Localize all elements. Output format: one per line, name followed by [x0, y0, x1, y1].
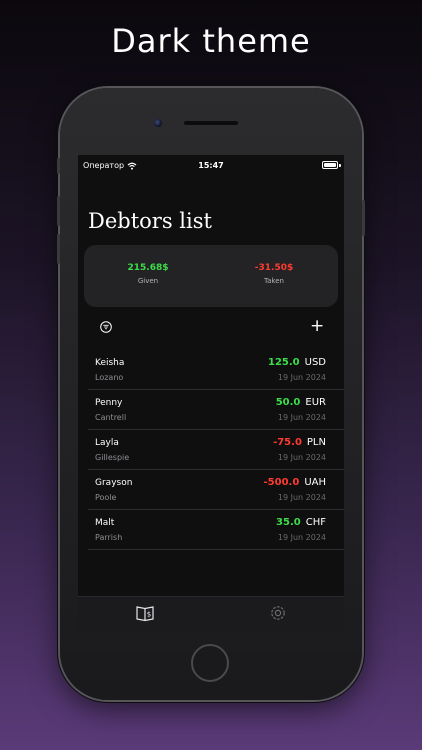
debtor-amount-line: -75.0 PLN — [273, 437, 326, 448]
page-title: Debtors list — [88, 209, 212, 233]
debtor-first-name: Malt — [95, 518, 115, 528]
debtor-last-name: Gillespie — [95, 453, 130, 462]
debtor-amount-line: 50.0 EUR — [276, 397, 326, 408]
debtor-row[interactable]: Keisha Lozano 125.0 USD 19 Jun 2024 — [88, 350, 344, 390]
debtor-last-name: Lozano — [95, 373, 124, 382]
debtor-row[interactable]: Penny Cantrell 50.0 EUR 19 Jun 2024 — [88, 390, 344, 430]
status-bar: Оператор 15:47 — [78, 155, 344, 177]
debtor-row[interactable]: Grayson Poole -500.0 UAH 19 Jun 2024 — [88, 470, 344, 510]
filter-icon[interactable] — [100, 321, 112, 333]
add-debtor-button[interactable]: + — [310, 318, 324, 335]
svg-text:$: $ — [147, 611, 151, 619]
debtor-row[interactable]: Malt Parrish 35.0 CHF 19 Jun 2024 — [88, 510, 344, 550]
given-summary: 215.68$ Given — [98, 263, 198, 285]
phone-frame: Оператор 15:47 Debtors list 215.68$ Give… — [57, 88, 365, 700]
debtor-currency: CHF — [305, 517, 326, 528]
tab-bar: $ — [78, 596, 344, 631]
taken-label: Taken — [264, 277, 284, 285]
debtor-date: 19 Jun 2024 — [277, 373, 326, 382]
debtor-date: 19 Jun 2024 — [277, 533, 326, 542]
debtor-amount: 35.0 — [276, 517, 301, 528]
debtor-last-name: Poole — [95, 493, 117, 502]
earpiece-speaker — [184, 121, 238, 125]
debtor-amount-line: 125.0 USD — [268, 357, 326, 368]
debtor-date: 19 Jun 2024 — [277, 493, 326, 502]
debtor-date: 19 Jun 2024 — [277, 413, 326, 422]
given-label: Given — [137, 277, 159, 285]
debtor-amount: 125.0 — [267, 357, 300, 368]
debtor-amount-line: -500.0 UAH — [264, 477, 326, 488]
status-time: 15:47 — [198, 161, 224, 170]
home-button[interactable] — [191, 644, 229, 682]
debtor-first-name: Penny — [95, 398, 123, 408]
debtor-amount: 50.0 — [275, 397, 301, 408]
debtor-currency: PLN — [306, 437, 326, 448]
debtor-currency: USD — [304, 357, 326, 368]
ledger-book-icon[interactable]: $ — [135, 603, 155, 623]
promo-headline: Dark theme — [111, 22, 311, 60]
app-screen: Оператор 15:47 Debtors list 215.68$ Give… — [78, 155, 344, 631]
battery-tip — [339, 164, 341, 167]
given-amount: 215.68$ — [127, 263, 169, 273]
front-camera — [154, 119, 162, 127]
debtor-amount: -500.0 — [263, 477, 300, 488]
debtor-last-name: Parrish — [95, 533, 123, 542]
debtor-amount: -75.0 — [273, 437, 302, 448]
debtor-amount-line: 35.0 CHF — [276, 517, 326, 528]
debtor-currency: UAH — [304, 477, 326, 488]
debtor-first-name: Keisha — [95, 358, 125, 368]
debtor-list: Keisha Lozano 125.0 USD 19 Jun 2024 Penny… — [88, 350, 344, 550]
battery-icon — [322, 161, 338, 169]
debtor-first-name: Layla — [95, 438, 119, 448]
taken-summary: -31.50$ Taken — [224, 263, 324, 285]
volume-down-button — [57, 234, 60, 264]
volume-up-button — [57, 196, 60, 226]
mute-switch — [57, 158, 60, 174]
power-button — [362, 200, 365, 236]
debtor-date: 19 Jun 2024 — [277, 453, 326, 462]
debtor-row[interactable]: Layla Gillespie -75.0 PLN 19 Jun 2024 — [88, 430, 344, 470]
debtor-first-name: Grayson — [95, 478, 133, 488]
debtor-currency: EUR — [305, 397, 326, 408]
taken-amount: -31.50$ — [254, 263, 294, 273]
summary-card: 215.68$ Given -31.50$ Taken — [84, 245, 338, 307]
debtor-last-name: Cantrell — [95, 413, 127, 422]
gear-icon[interactable] — [268, 603, 288, 623]
